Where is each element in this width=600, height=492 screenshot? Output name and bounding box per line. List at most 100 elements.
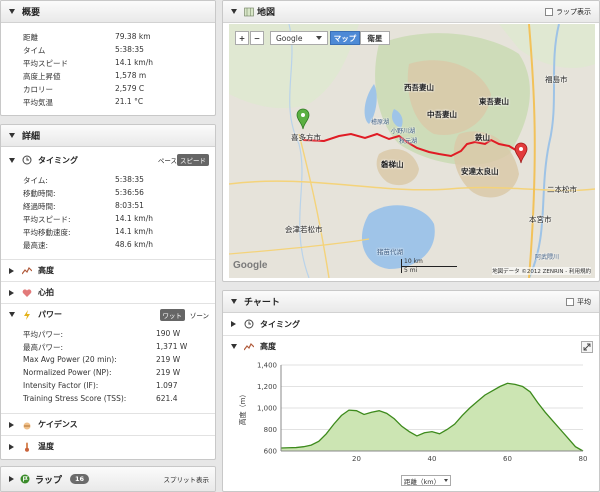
summary-value: 1,578 m <box>115 71 147 80</box>
timing-row-value: 5:36:56 <box>115 188 144 197</box>
map-label-nishiazuma: 西吾妻山 <box>404 83 434 92</box>
map-label-inawashiro: 猪苗代湖 <box>377 248 403 256</box>
power-row-label: 最高パワー: <box>23 343 64 352</box>
split-view-toggle[interactable]: スプリット表示 <box>164 474 210 484</box>
expand-arrow-icon <box>9 443 14 450</box>
map-copyright[interactable]: 地図データ ©2012 ZENRIN - 利用規約 <box>492 267 591 275</box>
chart-altitude-section-header[interactable]: 高度 <box>223 335 599 357</box>
chart-altitude-label: 高度 <box>260 342 276 351</box>
timing-section-header[interactable]: タイミング ペース スピード <box>1 149 215 171</box>
scale-mi-label: 5 mi <box>404 267 418 274</box>
timing-row-label: 経過時間: <box>23 202 56 211</box>
map-label-onogawa: 小野川湖 <box>391 128 416 135</box>
chart-title: チャート <box>244 298 280 308</box>
timing-row-label: 移動時間: <box>23 189 56 198</box>
collapse-arrow-icon <box>231 299 237 304</box>
cadence-label: ケイデンス <box>38 420 78 429</box>
map-label-aizuwakamatsu: 会津若松市 <box>285 225 323 234</box>
collapse-arrow-icon <box>9 133 15 138</box>
map-label-nakaazuma: 中吾妻山 <box>427 110 457 119</box>
chart-timing-label: タイミング <box>260 319 300 329</box>
start-marker-icon[interactable] <box>296 108 310 130</box>
zoom-in-button[interactable]: + <box>235 31 249 45</box>
timing-row-label: 平均移動速度: <box>23 228 71 237</box>
zoom-out-button[interactable]: − <box>250 31 264 45</box>
map-label-kitakata: 喜多方市 <box>291 133 321 142</box>
y-axis-label: 高度（m） <box>238 391 247 426</box>
map-label-higashiazuma: 東吾妻山 <box>479 97 509 106</box>
expand-arrow-icon <box>231 344 237 349</box>
map-scale: 10 km 5 mi <box>401 258 461 274</box>
map-terrain <box>229 24 595 278</box>
timing-row-label: 最高速: <box>23 241 49 250</box>
map-provider-select[interactable]: Google <box>270 31 328 45</box>
speed-toggle[interactable]: スピード <box>177 154 209 166</box>
pace-toggle[interactable]: ペース <box>158 155 177 165</box>
avg-checkbox[interactable] <box>566 297 574 306</box>
clock-icon <box>22 155 32 165</box>
heart-rate-section-header[interactable]: 心拍 <box>1 281 215 303</box>
thermometer-icon <box>25 442 29 452</box>
heart-rate-label: 心拍 <box>38 288 54 297</box>
timing-row-value: 14.1 km/h <box>115 214 154 223</box>
cadence-icon <box>23 422 31 429</box>
y-tick-label: 1,200 <box>257 383 277 391</box>
lap-display-toggle[interactable]: ラップ表示 <box>545 7 591 17</box>
map-label-nihonmatsu: 二本松市 <box>547 185 577 194</box>
altitude-label: 高度 <box>38 266 54 275</box>
power-row-label: Training Stress Score (TSS): <box>23 394 127 403</box>
power-section-header[interactable]: パワー ワット ゾーン <box>1 303 215 325</box>
summary-value: 5:38:35 <box>115 45 144 54</box>
altitude-section-header[interactable]: 高度 <box>1 259 215 281</box>
expand-chart-button[interactable] <box>581 340 593 353</box>
x-tick-label: 40 <box>428 455 437 463</box>
timing-label: タイミング <box>38 155 78 165</box>
lightning-icon <box>24 309 30 320</box>
scale-km-label: 10 km <box>404 258 423 265</box>
map-canvas[interactable]: 喜多方市 西吾妻山 中吾妻山 東吾妻山 福島市 鉄山 磐梯山 安達太良山 二本松… <box>229 24 595 278</box>
temperature-section-header[interactable]: 温度 <box>1 435 215 457</box>
map-label-bandai: 磐梯山 <box>381 160 404 169</box>
summary-value: 79.38 km <box>115 32 151 41</box>
map-label-akimoto: 秋元湖 <box>399 138 418 145</box>
timing-row-value: 8:03:51 <box>115 201 144 210</box>
google-logo[interactable]: Google <box>233 260 267 271</box>
expand-arrow-icon <box>9 267 14 274</box>
expand-arrow-icon <box>9 421 14 428</box>
summary-panel: 概要 距離 79.38 km タイム 5:38:35 平均スピード 14.1 k… <box>0 0 216 116</box>
summary-header[interactable]: 概要 <box>1 1 215 23</box>
lap-display-checkbox[interactable] <box>545 7 553 16</box>
chart-panel: チャート 平均 タイミング 高度 600 800 1,000 1,200 1,400 20… <box>222 290 600 492</box>
summary-title: 概要 <box>22 8 41 18</box>
chart-header[interactable]: チャート 平均 <box>223 291 599 313</box>
x-axis-unit-select[interactable]: 距離（km） <box>401 475 452 486</box>
cadence-section-header[interactable]: ケイデンス <box>1 413 215 435</box>
laps-header[interactable]: ラップ 16 スプリット表示 <box>1 467 215 491</box>
map-header[interactable]: 地図 ラップ表示 <box>223 1 599 23</box>
power-row-label: Intensity Factor (IF): <box>23 381 99 390</box>
power-row-label: Max Avg Power (20 min): <box>23 355 117 364</box>
power-row-value: 219 W <box>156 355 181 364</box>
end-marker-icon[interactable] <box>514 142 528 164</box>
lap-flag-icon <box>20 474 30 484</box>
power-row-value: 219 W <box>156 368 181 377</box>
map-provider-value: Google <box>276 33 303 43</box>
watts-toggle[interactable]: ワット <box>159 308 185 321</box>
map-type-map-button[interactable]: マップ <box>330 31 360 45</box>
zones-toggle[interactable]: ゾーン <box>190 310 209 320</box>
chart-timing-section-header[interactable]: タイミング <box>223 313 599 335</box>
details-header[interactable]: 詳細 <box>1 125 215 147</box>
x-tick-label: 20 <box>352 455 361 463</box>
power-row-value: 1.097 <box>156 381 178 390</box>
laps-count-badge: 16 <box>70 474 90 484</box>
map-title: 地図 <box>257 8 276 18</box>
details-title: 詳細 <box>22 132 41 142</box>
x-tick-label: 60 <box>503 455 512 463</box>
laps-panel: ラップ 16 スプリット表示 <box>0 466 216 492</box>
map-type-satellite-button[interactable]: 衛星 <box>360 31 390 45</box>
summary-label: タイム <box>23 46 46 55</box>
map-panel: 地図 ラップ表示 喜多方市 西吾妻山 中吾妻山 東吾妻山 福島市 鉄山 磐梯山 … <box>222 0 600 282</box>
avg-toggle[interactable]: 平均 <box>566 297 591 307</box>
y-tick-label: 600 <box>264 448 277 456</box>
altitude-chart[interactable]: 600 800 1,000 1,200 1,400 20 40 60 80 高度（m） <box>227 359 597 473</box>
